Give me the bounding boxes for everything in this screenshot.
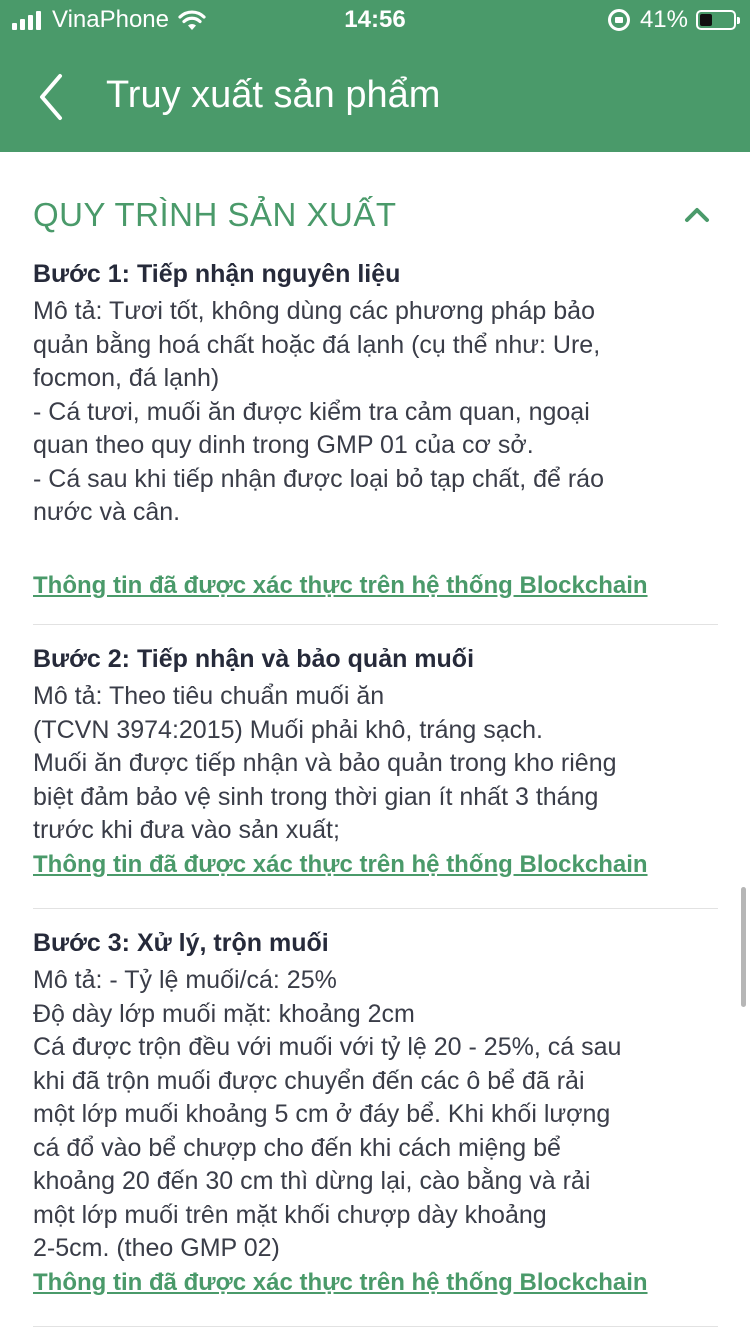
chevron-left-icon [40,74,62,120]
step-description: Mô tả: Theo tiêu chuẩn muối ăn (TCVN 397… [33,682,617,844]
content-area[interactable]: QUY TRÌNH SẢN XUẤT Bước 1: Tiếp nhận ngu… [0,152,750,1334]
divider [33,624,718,625]
page-title: Truy xuất sản phẩm [106,74,441,116]
step-item: Bước 3: Xử lý, trộn muối Mô tả: - Tỷ lệ … [33,926,718,1300]
blockchain-verify-link[interactable]: Thông tin đã được xác thực trên hệ thống… [33,569,718,603]
back-button[interactable] [30,70,80,124]
blockchain-verify-link[interactable]: Thông tin đã được xác thực trên hệ thống… [33,1266,718,1300]
blockchain-verify-link[interactable]: Thông tin đã được xác thực trên hệ thống… [33,848,718,882]
step-item: Bước 1: Tiếp nhận nguyên liệu Mô tả: Tươ… [33,257,718,603]
battery-percent: 41% [639,6,688,33]
step-description: Mô tả: Tươi tốt, không dùng các phương p… [33,297,604,526]
collapse-button[interactable] [682,202,712,226]
step-title: Bước 1: Tiếp nhận nguyên liệu [33,260,401,288]
status-bar: VinaPhone 14:56 41% [0,0,750,40]
rotation-lock-icon [607,9,630,31]
chevron-up-icon [685,208,709,222]
divider [33,908,718,909]
battery-icon [696,10,740,30]
step-title: Bước 2: Tiếp nhận và bảo quản muối [33,645,475,673]
step-item: Bước 2: Tiếp nhận và bảo quản muối Mô tả… [33,642,718,882]
status-right: 41% [607,6,740,34]
section-header[interactable]: QUY TRÌNH SẢN XUẤT [33,196,718,240]
step-title: Bước 3: Xử lý, trộn muối [33,929,329,957]
section-title: QUY TRÌNH SẢN XUẤT [33,196,397,233]
scrollbar[interactable] [741,887,746,1007]
step-description: Mô tả: - Tỷ lệ muối/cá: 25% Độ dày lớp m… [33,966,622,1262]
divider [33,1326,718,1327]
navigation-bar: Truy xuất sản phẩm [0,40,750,152]
